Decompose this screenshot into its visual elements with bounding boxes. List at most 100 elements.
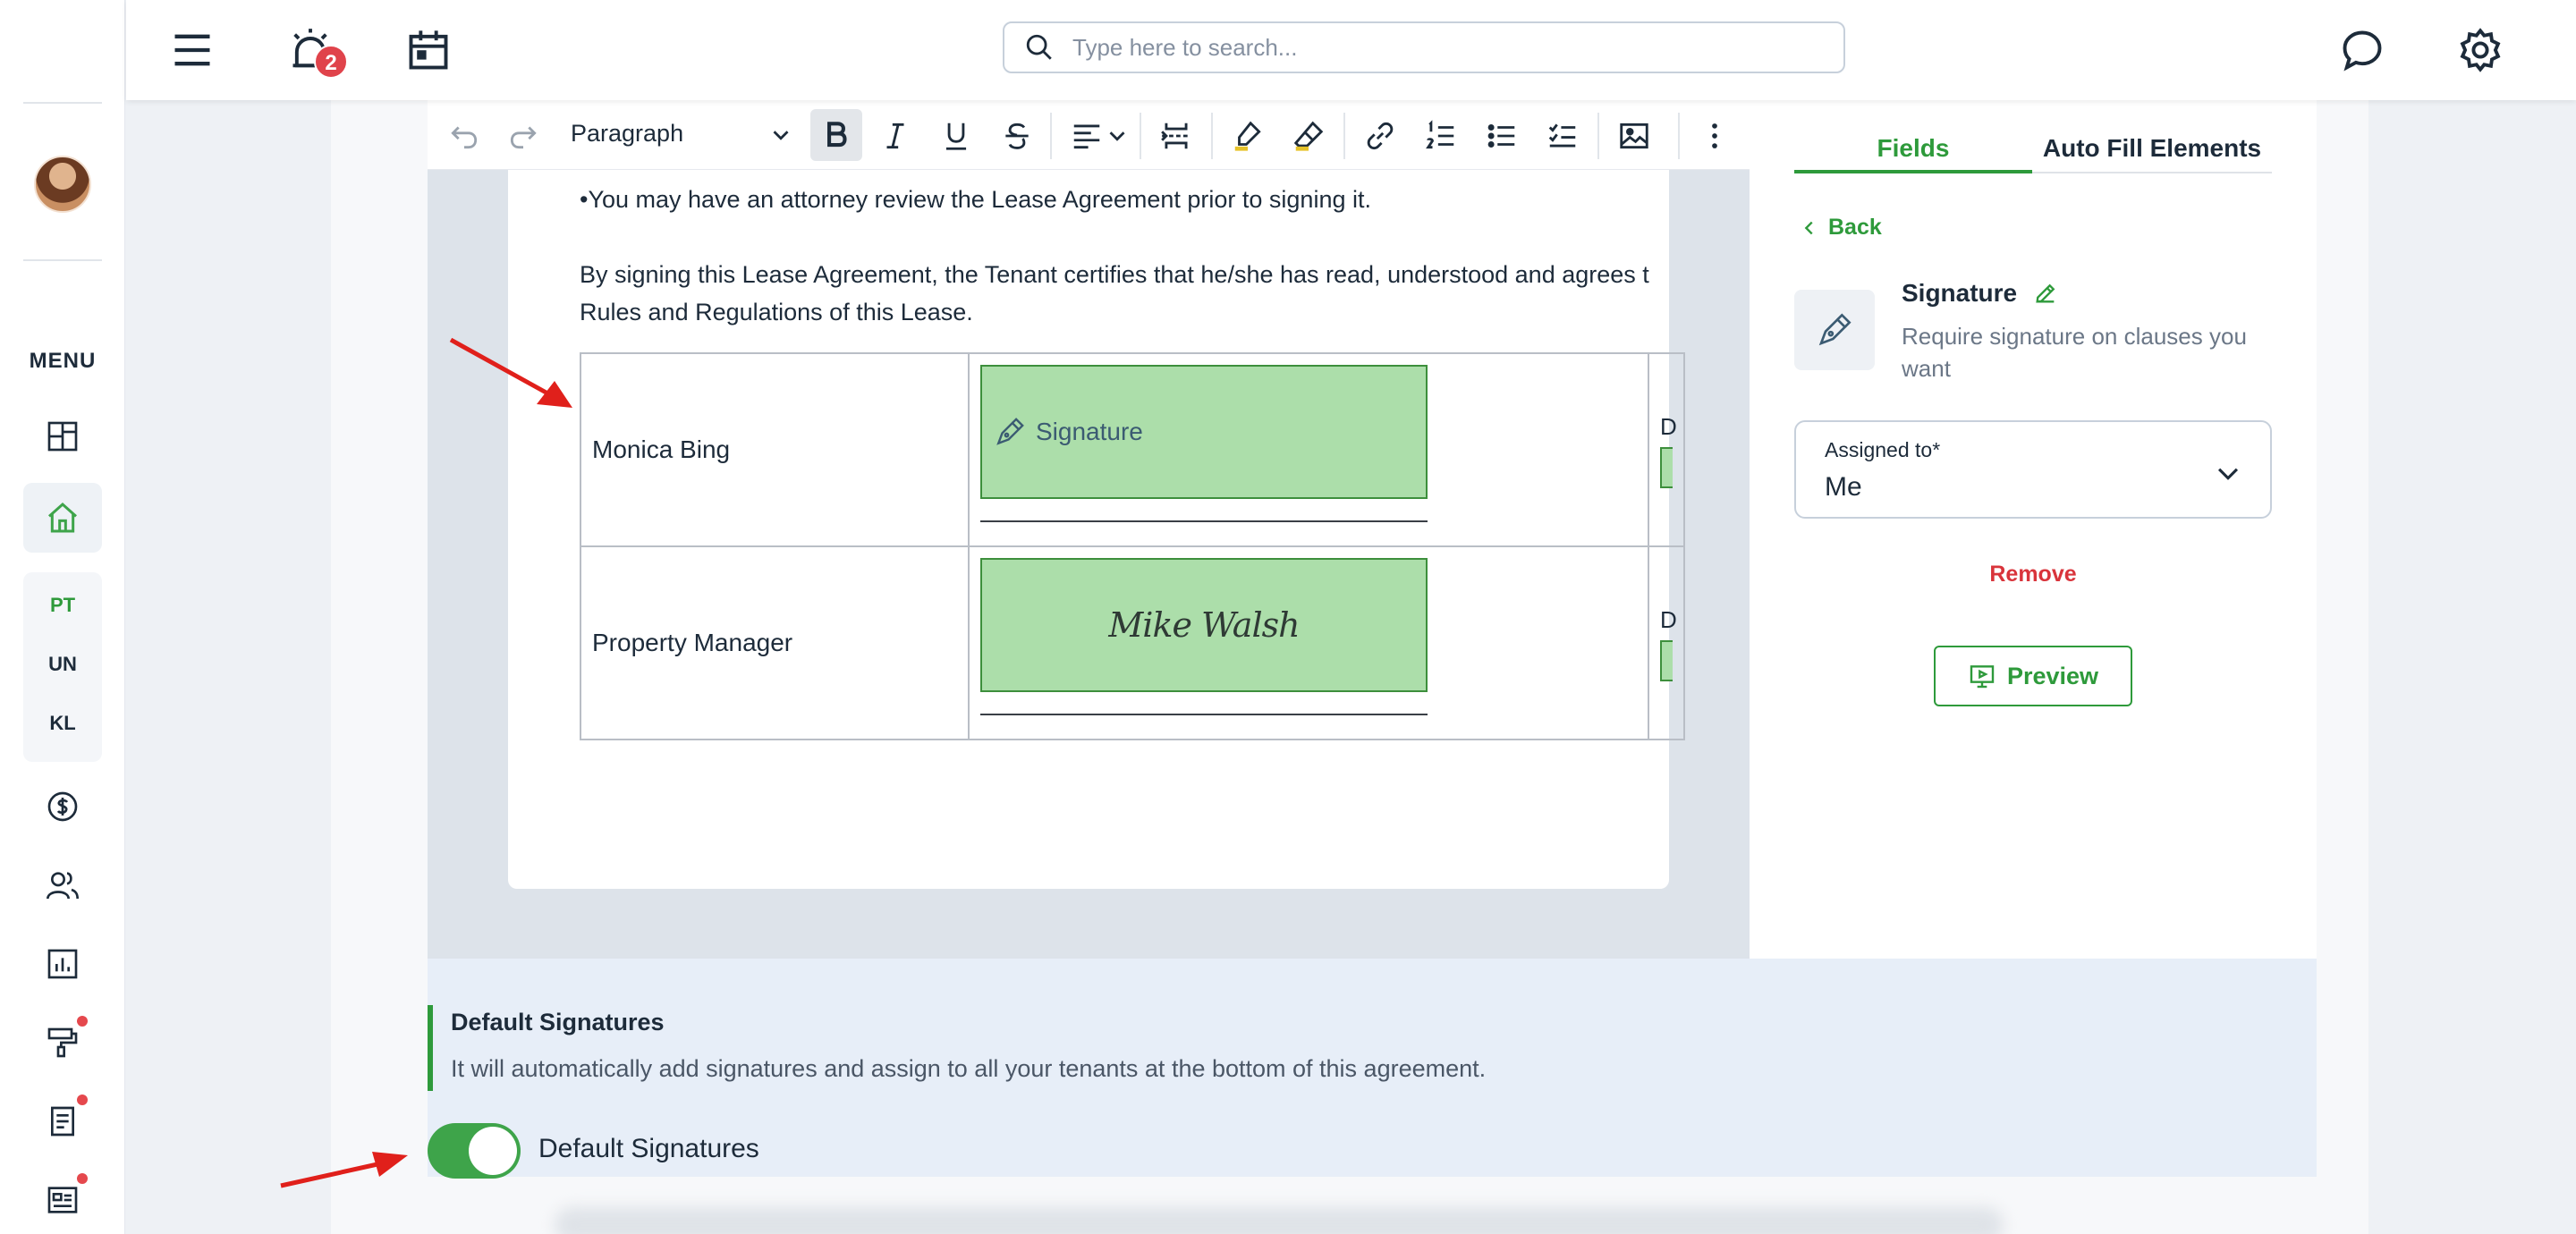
signature-field-signed[interactable]: Mike Walsh [980,558,1428,692]
date-cell: D [1648,352,1685,547]
default-signatures-toggle-label: Default Signatures [538,1134,759,1163]
toggle-knob [469,1127,517,1175]
notification-dot [77,1173,88,1184]
undo-icon[interactable] [442,114,487,158]
tenant-shortcuts: PT UN KL [23,572,102,762]
tab-auto-fill-elements[interactable]: Auto Fill Elements [2032,123,2272,173]
top-bar: 2 [126,0,2576,100]
handwritten-signature: Mike Walsh [1108,605,1300,645]
sidebar-item-home[interactable] [23,483,102,553]
date-field[interactable] [1660,447,1673,488]
signer-name: Property Manager [580,545,970,740]
align-left-icon[interactable] [1064,114,1109,158]
chat-icon[interactable] [2335,23,2389,77]
tenant-shortcut-pt[interactable]: PT [23,594,102,617]
edit-pencil-icon[interactable] [2033,281,2058,306]
underline-icon[interactable] [934,114,979,158]
chevron-down-icon[interactable] [767,122,794,148]
menu-label: MENU [29,349,97,373]
toolbar-divider [1678,113,1680,159]
tenant-shortcut-un[interactable]: UN [23,653,102,676]
bulleted-list-icon[interactable] [1479,114,1524,158]
calendar-icon[interactable] [402,23,455,77]
pen-icon [1818,313,1852,346]
home-icon [48,502,77,533]
notification-dot [77,1095,88,1105]
strikethrough-icon[interactable] [995,114,1039,158]
field-properties-panel: Fields Auto Fill Elements Back Signature… [1750,100,2317,959]
signature-field-icon [1794,290,1875,370]
pen-icon [996,418,1024,445]
dashboard-icon[interactable] [39,413,86,460]
document-text-line: Rules and Regulations of this Lease. [580,299,973,325]
chevron-left-icon [1804,221,1813,234]
search-input[interactable] [1072,33,1806,62]
more-options-icon[interactable] [1692,114,1737,158]
presentation-play-icon [1970,665,1995,689]
users-icon[interactable] [39,862,86,909]
assigned-to-value: Me [1825,472,1862,502]
tenant-shortcut-kl[interactable]: KL [23,712,102,735]
annotation-arrow-icon [449,337,572,408]
avatar[interactable] [34,156,91,213]
image-icon[interactable] [1612,114,1657,158]
italic-icon[interactable] [873,114,918,158]
notification-badge: 2 [314,45,348,79]
toolbar-divider [1597,113,1599,159]
field-title-text: Signature [1902,279,2018,307]
assigned-to-select[interactable]: Assigned to* Me [1794,420,2272,519]
highlighter-icon[interactable] [1225,114,1270,158]
numbered-list-icon[interactable] [1419,114,1463,158]
table-row: Monica Bing Signature D [580,352,1685,547]
default-signatures-toggle[interactable] [428,1123,521,1179]
toolbar-divider [1343,113,1345,159]
toolbar-divider [1140,113,1141,159]
field-description: Require signature on clauses you want [1902,323,2247,382]
date-label: D [1660,413,1677,440]
remove-field-button[interactable]: Remove [1794,562,2272,587]
chevron-down-icon[interactable] [1104,114,1131,158]
hamburger-menu-icon[interactable] [165,23,219,77]
signature-cell: Mike Walsh [968,545,1649,740]
preview-button[interactable]: Preview [1934,646,2132,706]
document-text-line: By signing this Lease Agreement, the Ten… [580,261,1649,288]
toolbar-divider [1211,113,1213,159]
annotation-arrow-icon [280,1152,408,1188]
checklist-icon[interactable] [1540,114,1585,158]
reports-icon[interactable] [39,941,86,987]
chevron-down-icon [2217,468,2239,480]
dollar-icon[interactable] [39,783,86,830]
search-bar[interactable] [1003,21,1845,73]
toolbar-divider [1050,113,1052,159]
sidebar-divider [23,259,102,261]
bold-icon[interactable] [810,109,862,161]
bottom-shadow [555,1207,2004,1234]
editor-toolbar: Paragraph [428,100,1750,170]
search-icon [1026,34,1052,60]
sidebar: MENU PT UN KL [0,0,125,1234]
newspaper-icon[interactable] [39,1177,86,1223]
tab-fields[interactable]: Fields [1794,123,2032,173]
paint-roller-icon[interactable] [39,1019,86,1066]
date-cell: D [1648,545,1685,740]
paragraph-style-select[interactable]: Paragraph [571,120,683,148]
signature-line [980,520,1428,522]
back-link[interactable]: Back [1800,215,1882,241]
back-label: Back [1828,215,1882,240]
date-field[interactable] [1660,640,1673,681]
signature-cell: Signature [968,352,1649,547]
field-title: Signature [1902,279,2058,308]
link-icon[interactable] [1358,114,1402,158]
signature-line [980,714,1428,715]
assigned-to-label: Assigned to* [1825,438,1941,461]
redo-icon[interactable] [501,114,546,158]
notification-dot [77,1016,88,1027]
eraser-icon[interactable] [1286,114,1331,158]
document-text-line: •You may have an attorney review the Lea… [580,186,1371,213]
signer-name: Monica Bing [580,352,970,547]
document-icon[interactable] [39,1098,86,1145]
page-break-icon[interactable] [1154,114,1199,158]
settings-gear-icon[interactable] [2453,23,2507,77]
toggle-row: Default Signatures [428,959,964,1234]
signature-field[interactable]: Signature [980,365,1428,499]
